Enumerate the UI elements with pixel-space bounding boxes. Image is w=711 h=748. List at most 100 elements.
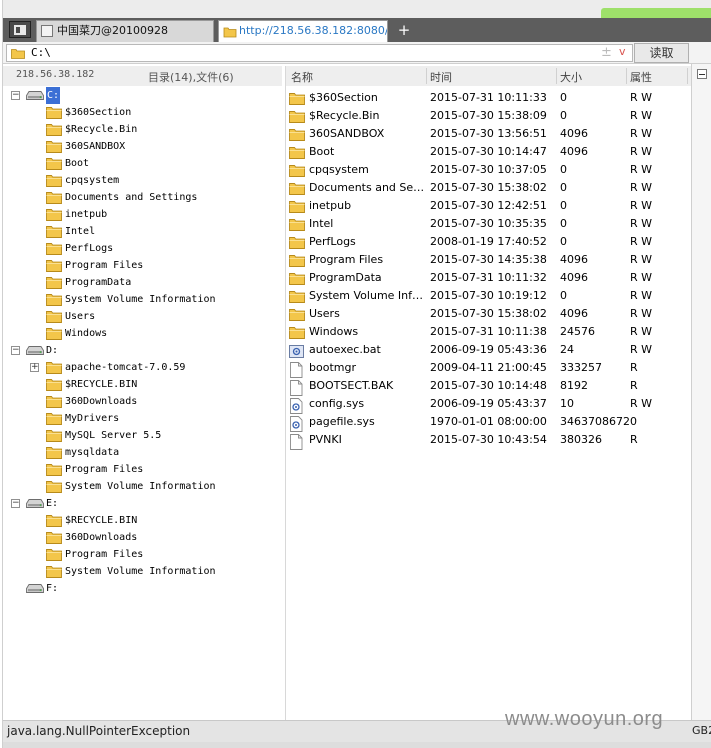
tree-folder[interactable]: + apache-tomcat-7.0.59 bbox=[3, 359, 283, 376]
directory-tree: − C: $360Section $Recycle.Bin 360SANDBOX Boot… bbox=[3, 86, 285, 720]
tree-folder[interactable]: $RECYCLE.BIN bbox=[3, 376, 283, 393]
file-row[interactable]: bootmgr 2009-04-11 21:00:45 333257 R bbox=[286, 359, 691, 378]
file-row[interactable]: ProgramData 2015-07-31 10:11:32 4096 R W bbox=[286, 269, 691, 287]
column-size[interactable]: 大小 bbox=[560, 69, 582, 85]
read-button[interactable]: 读取 bbox=[634, 43, 689, 63]
right-gutter bbox=[691, 64, 711, 720]
tree-drive[interactable]: F: bbox=[3, 580, 283, 597]
file-row[interactable]: $360Section 2015-07-31 10:11:33 0 R W bbox=[286, 89, 691, 107]
tree-label: $Recycle.Bin bbox=[65, 124, 138, 135]
column-attr[interactable]: 属性 bbox=[630, 69, 652, 85]
file-list-header: 名称 时间 大小 属性 bbox=[286, 66, 691, 86]
file-name: ProgramData bbox=[309, 271, 382, 284]
expand-icon[interactable]: + bbox=[30, 363, 39, 372]
file-attr: R bbox=[630, 379, 638, 392]
file-row[interactable]: PerfLogs 2008-01-19 17:40:52 0 R W bbox=[286, 233, 691, 251]
tree-folder[interactable]: 360SANDBOX bbox=[3, 138, 283, 155]
collapse-icon[interactable]: − bbox=[11, 346, 20, 355]
tree-drive[interactable]: − D: bbox=[3, 342, 283, 359]
file-row[interactable]: System Volume Inform... 2015-07-30 10:19:… bbox=[286, 287, 691, 305]
column-divider[interactable] bbox=[426, 68, 427, 84]
tree-folder[interactable]: $360Section bbox=[3, 104, 283, 121]
tree-folder[interactable]: PerfLogs bbox=[3, 240, 283, 257]
app-icon[interactable] bbox=[9, 21, 31, 38]
tree-folder[interactable]: MySQL Server 5.5 bbox=[3, 427, 283, 444]
path-input[interactable]: C:\ ± v bbox=[6, 44, 633, 62]
tree-label: System Volume Information bbox=[65, 481, 216, 492]
file-size: 0 bbox=[560, 235, 567, 248]
plus-minus-icon[interactable]: ± bbox=[601, 45, 612, 60]
host-ip: 218.56.38.182 bbox=[16, 69, 95, 80]
tree-drive[interactable]: − C: bbox=[3, 87, 283, 104]
tree-drive[interactable]: − E: bbox=[3, 495, 283, 512]
tree-folder[interactable]: $RECYCLE.BIN bbox=[3, 512, 283, 529]
tree-folder[interactable]: mysqldata bbox=[3, 444, 283, 461]
tab-url[interactable]: http://218.56.38.182:8080/h... bbox=[218, 20, 388, 42]
tree-folder[interactable]: Intel bbox=[3, 223, 283, 240]
file-row[interactable]: $Recycle.Bin 2015-07-30 15:38:09 0 R W bbox=[286, 107, 691, 125]
tree-folder[interactable]: Program Files bbox=[3, 546, 283, 563]
tab-caidao[interactable]: 中国菜刀@20100928 bbox=[36, 20, 214, 42]
file-row[interactable]: Intel 2015-07-30 10:35:35 0 R W bbox=[286, 215, 691, 233]
file-row[interactable]: Boot 2015-07-30 10:14:47 4096 R W bbox=[286, 143, 691, 161]
tree-label: 360Downloads bbox=[65, 396, 138, 407]
file-row[interactable]: cpqsystem 2015-07-30 10:37:05 0 R W bbox=[286, 161, 691, 179]
file-size: 4096 bbox=[560, 271, 588, 284]
dropdown-icon[interactable]: v bbox=[619, 45, 626, 58]
file-size: 0 bbox=[560, 109, 567, 122]
file-row[interactable]: Documents and Settings 2015-07-30 15:38:0… bbox=[286, 179, 691, 197]
file-row[interactable]: BOOTSECT.BAK 2015-07-30 10:14:48 8192 R bbox=[286, 377, 691, 396]
tree-folder[interactable]: System Volume Information bbox=[3, 478, 283, 495]
folder-icon bbox=[11, 48, 25, 62]
file-row[interactable]: inetpub 2015-07-30 12:42:51 0 R W bbox=[286, 197, 691, 215]
file-size: 0 bbox=[560, 91, 567, 104]
tree-folder[interactable]: Program Files bbox=[3, 461, 283, 478]
collapse-icon[interactable] bbox=[697, 69, 707, 79]
file-row[interactable]: 360SANDBOX 2015-07-30 13:56:51 4096 R W bbox=[286, 125, 691, 143]
tree-folder[interactable]: inetpub bbox=[3, 206, 283, 223]
address-bar: C:\ ± v 读取 bbox=[3, 42, 711, 64]
file-row[interactable]: PVNKI 2015-07-30 10:43:54 380326 R bbox=[286, 431, 691, 450]
file-attr: R W bbox=[630, 145, 653, 158]
file-row[interactable]: Program Files 2015-07-30 14:35:38 4096 R W bbox=[286, 251, 691, 269]
file-size: 0 bbox=[560, 199, 567, 212]
tree-folder[interactable]: System Volume Information bbox=[3, 563, 283, 580]
file-row[interactable]: pagefile.sys 1970-01-01 08:00:00 346370867… bbox=[286, 413, 691, 432]
file-attr: R W bbox=[630, 235, 653, 248]
file-row[interactable]: Windows 2015-07-31 10:11:38 24576 R W bbox=[286, 323, 691, 341]
collapse-icon[interactable]: − bbox=[11, 499, 20, 508]
tree-folder[interactable]: Boot bbox=[3, 155, 283, 172]
tree-folder[interactable]: MyDrivers bbox=[3, 410, 283, 427]
tree-folder[interactable]: Windows bbox=[3, 325, 283, 342]
encoding-label[interactable]: GB2 bbox=[692, 724, 711, 737]
tree-label: Program Files bbox=[65, 549, 144, 560]
file-row[interactable]: Users 2015-07-30 15:38:02 4096 R W bbox=[286, 305, 691, 323]
column-divider[interactable] bbox=[687, 68, 688, 84]
new-tab-button[interactable]: + bbox=[395, 20, 413, 40]
tree-folder[interactable]: cpqsystem bbox=[3, 172, 283, 189]
tree-folder[interactable]: 360Downloads bbox=[3, 393, 283, 410]
tree-folder[interactable]: System Volume Information bbox=[3, 291, 283, 308]
tree-folder[interactable]: 360Downloads bbox=[3, 529, 283, 546]
file-size: 24 bbox=[560, 343, 574, 356]
collapse-icon[interactable]: − bbox=[11, 91, 20, 100]
file-name: inetpub bbox=[309, 199, 352, 212]
tree-label: System Volume Information bbox=[65, 294, 216, 305]
column-time[interactable]: 时间 bbox=[430, 69, 452, 85]
file-name: 360SANDBOX bbox=[309, 127, 385, 140]
file-row[interactable]: config.sys 2006-09-19 05:43:37 10 R W bbox=[286, 395, 691, 414]
tree-folder[interactable]: Program Files bbox=[3, 257, 283, 274]
column-divider[interactable] bbox=[556, 68, 557, 84]
tree-folder[interactable]: Documents and Settings bbox=[3, 189, 283, 206]
tree-folder[interactable]: Users bbox=[3, 308, 283, 325]
file-attr: R W bbox=[630, 325, 653, 338]
file-size: 4096 bbox=[560, 307, 588, 320]
file-name: bootmgr bbox=[309, 361, 356, 374]
column-divider[interactable] bbox=[626, 68, 627, 84]
file-attr: R W bbox=[630, 163, 653, 176]
file-row[interactable]: autoexec.bat 2006-09-19 05:43:36 24 R W bbox=[286, 341, 691, 359]
tree-label: inetpub bbox=[65, 209, 108, 220]
column-name[interactable]: 名称 bbox=[291, 69, 313, 85]
tree-folder[interactable]: $Recycle.Bin bbox=[3, 121, 283, 138]
tree-folder[interactable]: ProgramData bbox=[3, 274, 283, 291]
